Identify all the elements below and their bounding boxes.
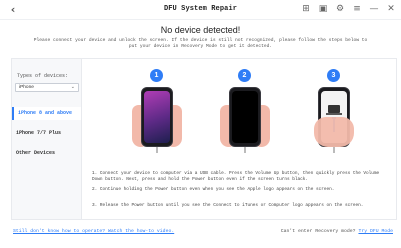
step-3-illustration: 3 [304,69,364,153]
minimize-icon[interactable]: — [368,3,380,16]
recovery-help: Can't enter Recovery mode? Try DFU Mode [281,229,393,234]
computer-icon [326,105,342,115]
sidebar-item-iphone-7[interactable]: iPhone 7/7 Plus [12,127,81,140]
step-2-illustration: 2 [215,69,275,153]
cart-icon[interactable]: ⊞ [300,3,312,16]
device-types-label: Types of devices: [17,73,69,79]
recovery-help-text: Can't enter Recovery mode? [280,229,356,234]
usb-cable [244,147,246,153]
device-sidebar: Types of devices: iPhone ⌄ iPhone 8 and … [12,59,81,219]
menu-icon[interactable]: ≡ [351,3,363,16]
usb-cable [156,147,158,153]
instruction-step-1: 1. Connect your device to computer via a… [92,171,380,182]
settings-icon[interactable]: ⚙ [334,3,346,16]
iphone-image [229,87,261,147]
chevron-down-icon: ⌄ [70,84,75,90]
hand [314,117,354,147]
try-dfu-mode-link[interactable]: Try DFU Mode [358,229,393,234]
sidebar-item-iphone-8-above[interactable]: iPhone 8 and above [12,107,81,120]
instruction-step-2: 2. Continue holding the Power button eve… [92,187,335,192]
main-panel: Types of devices: iPhone ⌄ iPhone 8 and … [11,58,397,220]
page-heading: No device detected! [160,25,241,35]
step-1-illustration: 1 [127,69,187,153]
how-to-video-link[interactable]: Still don't know how to operate? Watch t… [13,229,174,234]
page-subheading: Please connect your device and unlock th… [33,38,368,50]
device-type-value: iPhone [19,85,34,90]
title-bar: ‹ DFU System Repair ⊞ ▣ ⚙ ≡ — ✕ [0,0,401,20]
iphone-image [141,87,173,147]
close-icon[interactable]: ✕ [385,3,397,16]
instructions-content: 1 2 3 1. Connect your device to computer… [81,59,396,219]
step-number: 3 [327,69,340,82]
instruction-step-3: 3. Release the Power button until you se… [92,203,364,208]
calendar-icon[interactable]: ▣ [317,3,329,16]
device-type-select[interactable]: iPhone ⌄ [15,83,79,92]
sidebar-item-other-devices[interactable]: Other Devices [12,147,81,160]
step-number: 2 [238,69,251,82]
usb-cable [333,147,335,153]
step-number: 1 [150,69,163,82]
titlebar-icons: ⊞ ▣ ⚙ ≡ — ✕ [300,3,397,16]
